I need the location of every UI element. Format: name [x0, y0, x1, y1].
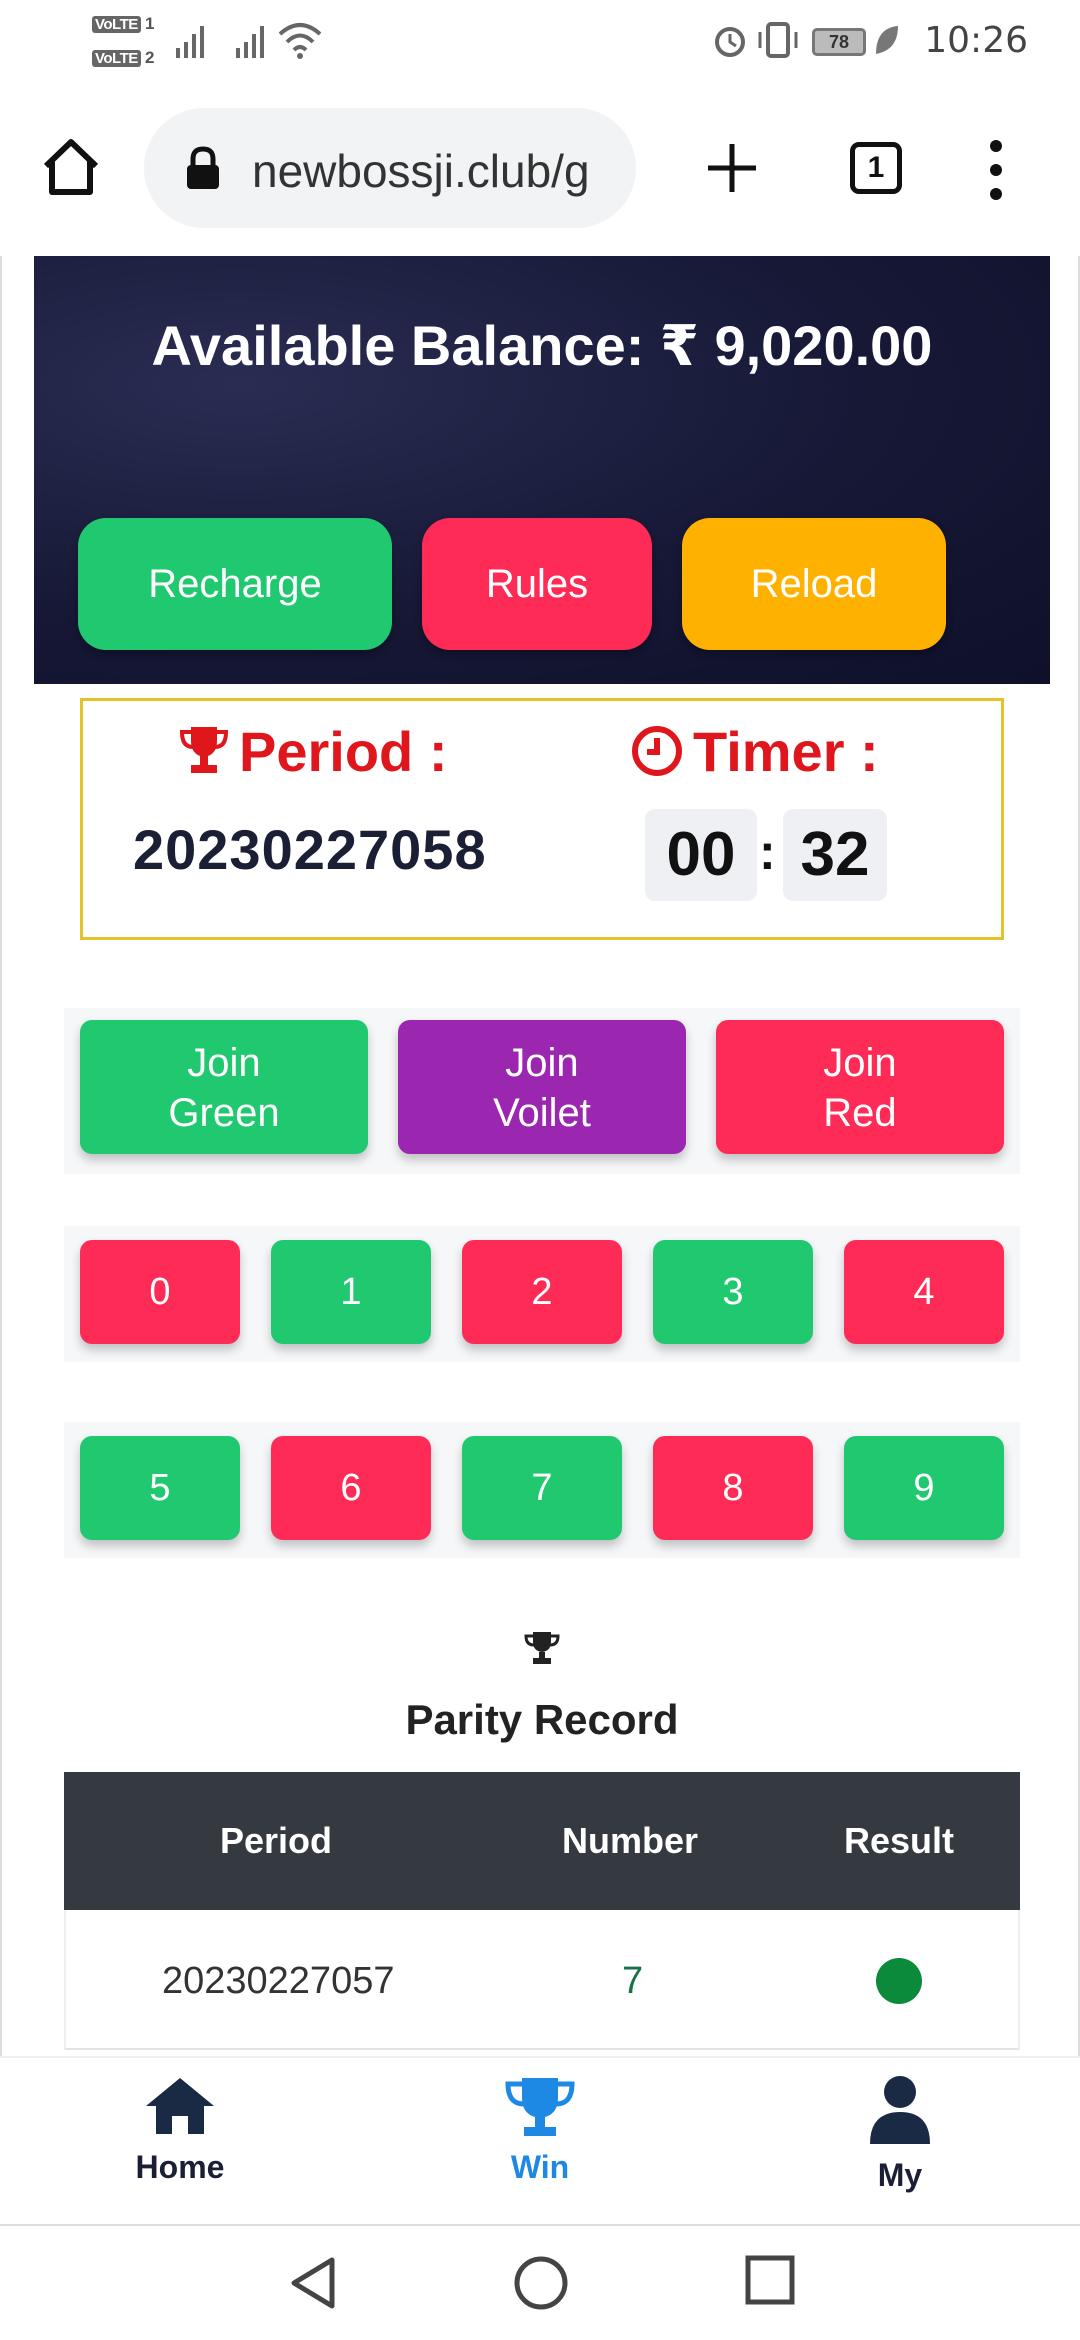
parity-record-table: Period Number Result 20230227057 7: [64, 1772, 1020, 2050]
volte-1-indicator: VoLTE 1: [92, 14, 154, 34]
volte-2-indicator: VoLTE 2: [92, 48, 154, 68]
period-timer-box: Period : 20230227058 Timer : 00 : 32: [80, 698, 1004, 940]
column-header-period: Period: [220, 1820, 333, 1861]
battery-indicator: 78: [812, 28, 866, 56]
number-8-button[interactable]: 8: [653, 1436, 813, 1540]
number-6-button[interactable]: 6: [271, 1436, 431, 1540]
timer-minutes: 00: [645, 809, 757, 901]
url-text: newbossji.club/g: [252, 145, 590, 197]
number-row-1: 0 1 2 3 4: [64, 1226, 1020, 1362]
row-number: 7: [622, 1960, 644, 2002]
result-green-dot: [876, 1958, 922, 2004]
parity-record-title: Parity Record: [405, 1696, 679, 1743]
game-page: Available Balance: ₹ 9,020.00 Recharge R…: [0, 256, 1080, 2056]
wifi-icon: [278, 23, 322, 59]
timer-seconds: 32: [783, 809, 887, 901]
join-color-row: Join Green Join Voilet Join Red: [64, 1008, 1020, 1174]
vibrate-icon: [758, 22, 798, 58]
home-circle-icon[interactable]: [512, 2254, 570, 2312]
nav-win-label: Win: [510, 2149, 570, 2185]
number-0-button[interactable]: 0: [80, 1240, 240, 1344]
clock: 10:26: [924, 20, 1028, 61]
new-tab-icon[interactable]: [706, 142, 758, 194]
trophy-icon: [179, 727, 229, 773]
recharge-button[interactable]: Recharge: [78, 518, 392, 650]
join-red-button[interactable]: Join Red: [716, 1020, 1004, 1154]
tab-switcher-button[interactable]: 1: [850, 142, 902, 194]
join-green-button[interactable]: Join Green: [80, 1020, 368, 1154]
number-2-button[interactable]: 2: [462, 1240, 622, 1344]
reload-button[interactable]: Reload: [682, 518, 946, 650]
recents-icon[interactable]: [744, 2254, 796, 2306]
number-3-button[interactable]: 3: [653, 1240, 813, 1344]
status-bar: VoLTE 1 VoLTE 2 78 10:26: [0, 0, 1080, 84]
trophy-icon: [524, 1632, 560, 1664]
number-7-button[interactable]: 7: [462, 1436, 622, 1540]
nav-home[interactable]: Home: [80, 2074, 280, 2186]
address-bar[interactable]: newbossji.club/g: [144, 108, 636, 228]
bottom-navigation: Home Win My: [0, 2056, 1080, 2224]
alarm-icon: [715, 27, 745, 57]
nav-my-label: My: [877, 2157, 923, 2193]
more-menu-icon[interactable]: [984, 138, 1008, 202]
browser-toolbar: newbossji.club/g 1: [0, 98, 1080, 242]
nav-my[interactable]: My: [800, 2074, 1000, 2194]
home-icon[interactable]: [40, 136, 102, 198]
number-9-button[interactable]: 9: [844, 1436, 1004, 1540]
nav-home-label: Home: [135, 2149, 225, 2185]
period-number: 20230227058: [133, 818, 487, 881]
rules-button[interactable]: Rules: [422, 518, 652, 650]
signal-2-icon: [236, 26, 264, 58]
number-row-2: 5 6 7 8 9: [64, 1422, 1020, 1558]
number-1-button[interactable]: 1: [271, 1240, 431, 1344]
nav-win[interactable]: Win: [440, 2074, 640, 2186]
back-icon[interactable]: [286, 2254, 340, 2312]
signal-1-icon: [176, 26, 204, 58]
number-4-button[interactable]: 4: [844, 1240, 1004, 1344]
available-balance: Available Balance: ₹ 9,020.00: [151, 314, 933, 377]
number-5-button[interactable]: 5: [80, 1436, 240, 1540]
lock-icon: [187, 146, 219, 189]
table-row: 20230227057 7: [64, 1910, 1020, 2050]
home-icon: [146, 2078, 214, 2134]
table-header: Period Number Result: [64, 1772, 1020, 1910]
row-period: 20230227057: [162, 1960, 395, 2002]
clock-icon: [632, 726, 682, 776]
trophy-icon: [505, 2078, 575, 2136]
period-heading: Period :: [179, 719, 447, 784]
system-navigation-bar: [0, 2224, 1080, 2340]
balance-panel: Available Balance: ₹ 9,020.00 Recharge R…: [34, 256, 1050, 684]
column-header-result: Result: [844, 1820, 955, 1861]
leaf-icon: [876, 26, 898, 54]
timer-heading: Timer :: [631, 719, 879, 784]
timer-separator: :: [759, 824, 776, 880]
column-header-number: Number: [562, 1820, 699, 1861]
user-icon: [870, 2076, 930, 2144]
join-violet-button[interactable]: Join Voilet: [398, 1020, 686, 1154]
